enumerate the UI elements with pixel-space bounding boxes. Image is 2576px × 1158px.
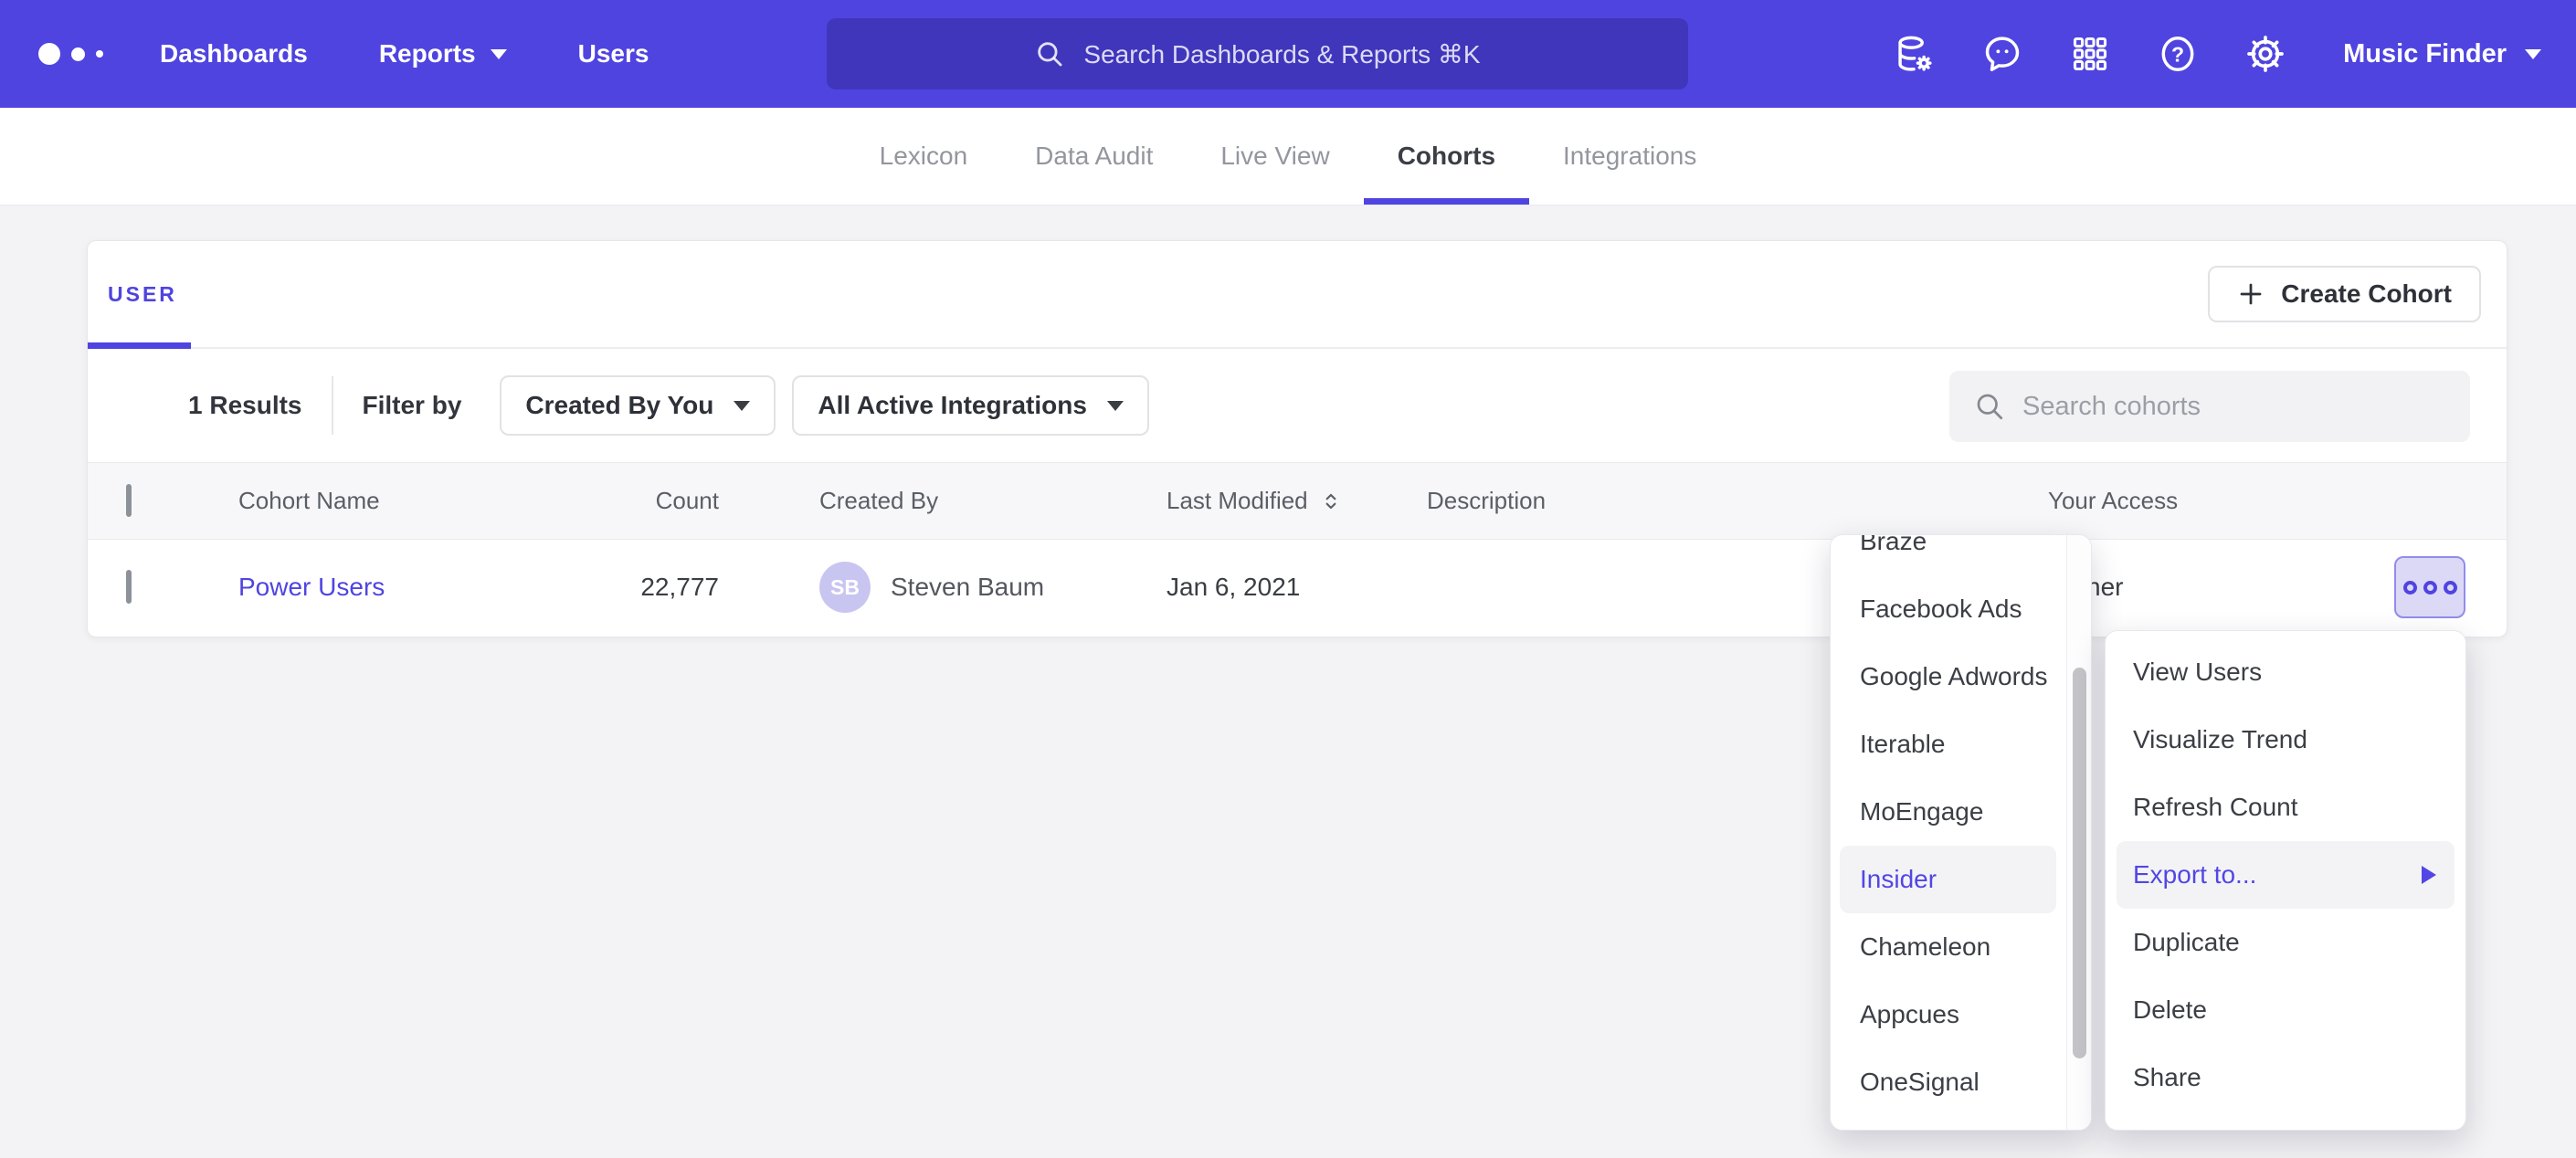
- ellipsis-dot-icon: [2444, 581, 2457, 595]
- chevron-down-icon: [734, 401, 750, 411]
- tab-integrations[interactable]: Integrations: [1529, 108, 1730, 205]
- apps-grid-icon[interactable]: [2069, 33, 2111, 75]
- divider: [332, 376, 333, 435]
- export-integrations-list: Braze Facebook Ads Google Adwords Iterab…: [1831, 534, 2091, 1116]
- project-name: Music Finder: [2343, 39, 2507, 69]
- last-modified-date: Jan 6, 2021: [1167, 573, 1427, 602]
- row-more-options-button[interactable]: [2394, 556, 2465, 618]
- mixpanel-logo-icon[interactable]: [38, 43, 103, 65]
- nav-item-label: Reports: [379, 39, 476, 68]
- col-cohort-name: Cohort Name: [238, 487, 540, 515]
- data-management-tabs: Lexicon Data Audit Live View Cohorts Int…: [0, 108, 2576, 205]
- nav-right-cluster: ? Music Finder: [1894, 0, 2576, 108]
- col-created-by: Created By: [819, 487, 1167, 515]
- global-search-placeholder: Search Dashboards & Reports ⌘K: [1083, 39, 1480, 69]
- menu-item-chameleon[interactable]: Chameleon: [1831, 913, 2065, 981]
- export-integrations-submenu: Braze Facebook Ads Google Adwords Iterab…: [1830, 534, 2092, 1131]
- menu-item-export-to[interactable]: Export to...: [2117, 841, 2455, 909]
- ellipsis-dot-icon: [2403, 581, 2417, 595]
- panel-header: USER Create Cohort: [88, 241, 2507, 349]
- svg-text:?: ?: [2171, 42, 2184, 66]
- nav-item-label: Users: [578, 39, 649, 68]
- col-last-modified[interactable]: Last Modified: [1167, 487, 1427, 515]
- chevron-down-icon: [1107, 401, 1124, 411]
- col-last-modified-label: Last Modified: [1167, 487, 1308, 515]
- help-icon[interactable]: ?: [2157, 33, 2199, 75]
- cohort-name-link[interactable]: Power Users: [238, 573, 385, 601]
- menu-item-share[interactable]: Share: [2106, 1044, 2465, 1111]
- tab-live-view[interactable]: Live View: [1187, 108, 1363, 205]
- menu-item-delete[interactable]: Delete: [2106, 976, 2465, 1044]
- table-header: Cohort Name Count Created By Last Modifi…: [88, 462, 2507, 540]
- results-count: 1 Results: [188, 391, 302, 420]
- table-row: Power Users 22,777 SB Steven Baum Jan 6,…: [88, 540, 2507, 635]
- ellipsis-dot-icon: [2423, 581, 2437, 595]
- menu-item-iterable[interactable]: Iterable: [1831, 711, 2065, 778]
- tab-user-cohorts[interactable]: USER: [108, 282, 177, 307]
- tab-cohorts[interactable]: Cohorts: [1364, 108, 1529, 205]
- menu-item-onesignal[interactable]: OneSignal: [1831, 1048, 2065, 1116]
- menu-item-refresh-count[interactable]: Refresh Count: [2106, 774, 2465, 841]
- cohort-search-box: [1949, 371, 2470, 442]
- tab-data-audit[interactable]: Data Audit: [1001, 108, 1187, 205]
- create-cohort-button[interactable]: Create Cohort: [2208, 266, 2481, 322]
- created-by-filter-dropdown[interactable]: Created By You: [500, 375, 776, 436]
- chevron-down-icon: [2525, 49, 2541, 59]
- col-your-access: Your Access: [2048, 487, 2322, 515]
- submenu-scrollbar-thumb[interactable]: [2073, 668, 2086, 1058]
- menu-item-insider[interactable]: Insider: [1840, 846, 2056, 913]
- cohort-search-input[interactable]: [2022, 392, 2446, 422]
- avatar: SB: [819, 562, 871, 613]
- settings-gear-icon[interactable]: [2244, 33, 2286, 75]
- menu-item-duplicate[interactable]: Duplicate: [2106, 909, 2465, 976]
- active-tab-underline: [88, 342, 191, 349]
- menu-item-moengage[interactable]: MoEngage: [1831, 778, 2065, 846]
- col-count: Count: [540, 487, 719, 515]
- integrations-filter-value: All Active Integrations: [818, 391, 1087, 420]
- menu-item-visualize-trend[interactable]: Visualize Trend: [2106, 706, 2465, 774]
- cohorts-panel: USER Create Cohort 1 Results Filter by C…: [87, 240, 2507, 637]
- top-nav: Dashboards Reports Users Search Dashboar…: [0, 0, 2576, 108]
- feedback-icon[interactable]: [1981, 33, 2023, 75]
- search-icon: [1034, 38, 1065, 69]
- menu-item-braze[interactable]: Braze: [1831, 534, 2065, 575]
- nav-item-label: Dashboards: [160, 39, 308, 68]
- primary-nav: Dashboards Reports Users: [160, 39, 649, 68]
- filter-by-label: Filter by: [363, 391, 462, 420]
- menu-item-google-adwords[interactable]: Google Adwords: [1831, 643, 2065, 711]
- create-cohort-label: Create Cohort: [2281, 279, 2452, 309]
- menu-item-appcues[interactable]: Appcues: [1831, 981, 2065, 1048]
- filter-bar: 1 Results Filter by Created By You All A…: [88, 349, 2507, 462]
- cohort-actions-menu: View Users Visualize Trend Refresh Count…: [2105, 630, 2466, 1131]
- nav-item-reports[interactable]: Reports: [379, 39, 507, 68]
- logo-dot: [96, 50, 103, 58]
- integrations-filter-dropdown[interactable]: All Active Integrations: [792, 375, 1149, 436]
- nav-item-dashboards[interactable]: Dashboards: [160, 39, 308, 68]
- col-description: Description: [1427, 487, 2048, 515]
- chevron-down-icon: [491, 49, 507, 59]
- plus-icon: [2237, 280, 2265, 308]
- logo-dot: [38, 43, 60, 65]
- logo-dot: [71, 47, 85, 61]
- search-icon: [1973, 390, 2006, 423]
- select-all-checkbox[interactable]: [126, 484, 132, 517]
- created-by-name: Steven Baum: [891, 573, 1044, 602]
- sort-icon: [1319, 490, 1343, 513]
- menu-item-facebook-ads[interactable]: Facebook Ads: [1831, 575, 2065, 643]
- database-settings-icon[interactable]: [1894, 33, 1936, 75]
- submenu-arrow-icon: [2422, 866, 2436, 884]
- nav-item-users[interactable]: Users: [578, 39, 649, 68]
- menu-item-view-users[interactable]: View Users: [2106, 638, 2465, 706]
- project-switcher[interactable]: Music Finder: [2343, 39, 2541, 69]
- tab-lexicon[interactable]: Lexicon: [846, 108, 1002, 205]
- created-by-filter-value: Created By You: [525, 391, 713, 420]
- menu-item-export-to-label: Export to...: [2133, 860, 2256, 890]
- cohort-count: 22,777: [540, 573, 719, 602]
- global-search-input[interactable]: Search Dashboards & Reports ⌘K: [827, 18, 1688, 89]
- row-checkbox[interactable]: [126, 570, 132, 604]
